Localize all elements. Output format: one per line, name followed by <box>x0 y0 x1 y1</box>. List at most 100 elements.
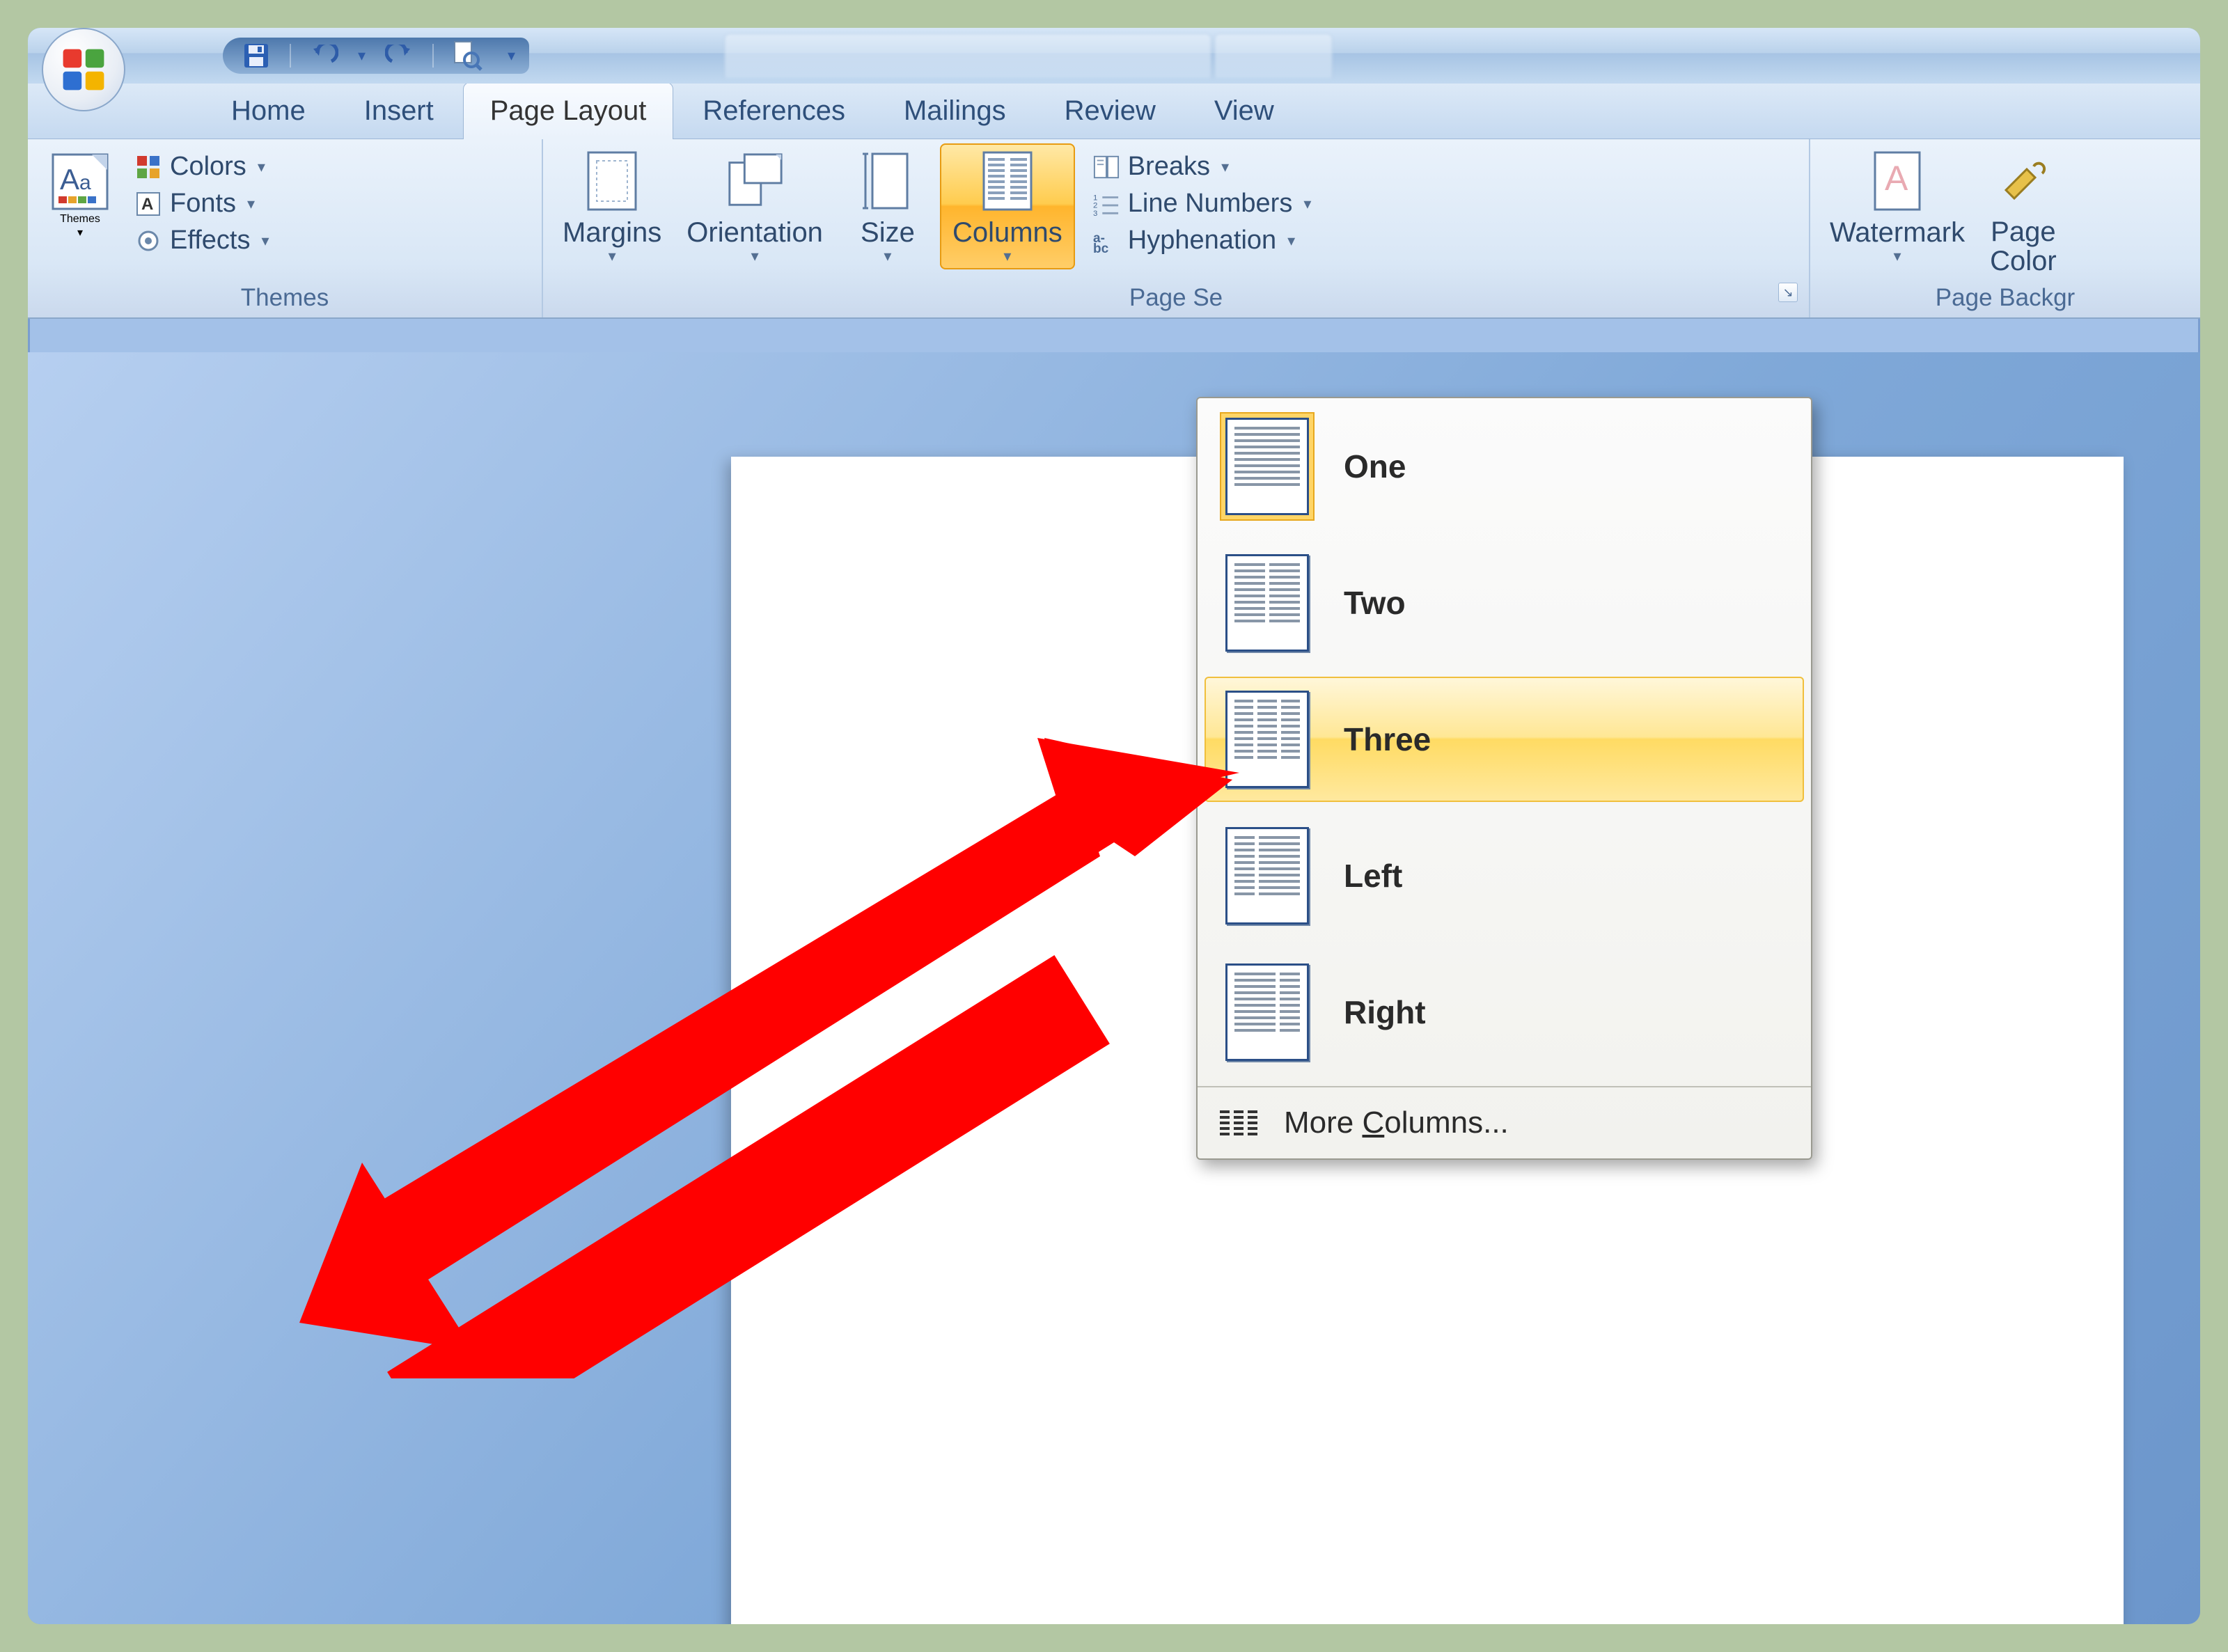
chevron-down-icon: ▾ <box>609 247 616 265</box>
save-button[interactable] <box>241 40 272 71</box>
qat-customize-icon[interactable]: ▾ <box>508 47 515 65</box>
group-page-setup: Margins ▾ Orientation ▾ Size ▾ <box>543 139 1810 317</box>
print-preview-icon <box>452 40 483 71</box>
themes-icon: A a <box>49 150 111 213</box>
page-color-icon <box>1993 150 2054 212</box>
colors-button[interactable]: Colors ▾ <box>130 149 275 184</box>
orientation-icon <box>724 150 785 212</box>
ribbon: A a Themes ▾ <box>28 139 2200 319</box>
columns-button[interactable]: Columns ▾ <box>940 143 1075 269</box>
breaks-label: Breaks <box>1128 152 1210 182</box>
columns-label: Columns <box>952 217 1062 249</box>
effects-label: Effects <box>170 226 250 255</box>
fonts-icon: A <box>135 191 162 217</box>
undo-icon <box>311 45 338 67</box>
hyphenation-button[interactable]: a-bc Hyphenation ▾ <box>1088 223 1317 258</box>
office-button[interactable] <box>42 28 125 111</box>
redo-button[interactable] <box>384 40 414 71</box>
annotation-arrow <box>299 738 1246 1378</box>
fonts-label: Fonts <box>170 189 236 219</box>
tab-mailings[interactable]: Mailings <box>874 83 1035 139</box>
app-window: ▾ ▾ Home Insert P <box>28 28 2200 1624</box>
margins-button[interactable]: Margins ▾ <box>550 143 674 269</box>
chevron-down-icon: ▾ <box>261 232 269 250</box>
line-numbers-label: Line Numbers <box>1128 189 1293 219</box>
more-columns-button[interactable]: More Columns... <box>1198 1092 1811 1158</box>
print-preview-button[interactable] <box>452 40 483 71</box>
more-columns-label: More Columns... <box>1284 1106 1509 1140</box>
undo-dropdown-icon[interactable]: ▾ <box>358 47 366 65</box>
fonts-button[interactable]: A Fonts ▾ <box>130 186 275 221</box>
page-color-label: Page Color <box>1990 217 2057 276</box>
svg-text:a: a <box>79 171 91 194</box>
tab-home[interactable]: Home <box>202 83 335 139</box>
page-color-button[interactable]: Page Color <box>1977 143 2069 280</box>
colors-icon <box>135 154 162 180</box>
ribbon-tabs: Home Insert Page Layout References Maili… <box>28 84 2200 139</box>
document-tabs <box>724 33 1333 78</box>
columns-option-two[interactable]: Two <box>1205 540 1804 666</box>
svg-text:2: 2 <box>1093 201 1097 210</box>
size-label: Size <box>861 217 915 249</box>
document-tab[interactable] <box>1214 33 1333 78</box>
orientation-button[interactable]: Orientation ▾ <box>674 143 836 269</box>
title-bar: ▾ ▾ <box>28 28 2200 84</box>
tab-review[interactable]: Review <box>1035 83 1185 139</box>
undo-button[interactable] <box>309 40 340 71</box>
document-tab[interactable] <box>724 33 1211 78</box>
group-caption-themes: Themes <box>35 280 535 317</box>
group-themes: A a Themes ▾ <box>28 139 543 317</box>
effects-button[interactable]: Effects ▾ <box>130 223 275 258</box>
tab-references[interactable]: References <box>673 83 874 139</box>
right-label: Right <box>1344 993 1426 1031</box>
columns-option-one[interactable]: One <box>1205 404 1804 529</box>
chevron-down-icon: ▾ <box>884 247 891 265</box>
colors-label: Colors <box>170 152 246 182</box>
hyphenation-icon: a-bc <box>1093 228 1120 254</box>
office-logo-icon <box>59 45 108 94</box>
three-label: Three <box>1344 721 1431 758</box>
separator <box>432 44 434 68</box>
left-label: Left <box>1344 857 1402 895</box>
columns-option-three[interactable]: Three <box>1205 677 1804 802</box>
tab-insert[interactable]: Insert <box>335 83 463 139</box>
svg-text:1: 1 <box>1093 194 1097 202</box>
columns-option-right[interactable]: Right <box>1205 950 1804 1075</box>
separator <box>290 44 291 68</box>
margins-label: Margins <box>563 217 661 249</box>
size-icon <box>857 150 918 212</box>
chevron-down-icon: ▾ <box>751 247 759 265</box>
one-label: One <box>1344 448 1406 485</box>
svg-text:A: A <box>1885 159 1908 198</box>
columns-icon <box>977 150 1038 212</box>
size-button[interactable]: Size ▾ <box>836 143 940 269</box>
quick-access-toolbar: ▾ ▾ <box>223 38 529 74</box>
two-column-icon <box>1225 554 1309 652</box>
columns-dropdown: One Two Three Left <box>1196 397 1812 1160</box>
chevron-down-icon: ▾ <box>258 158 265 176</box>
svg-text:3: 3 <box>1093 210 1097 217</box>
two-label: Two <box>1344 584 1406 622</box>
svg-text:A: A <box>141 195 153 214</box>
save-icon <box>242 42 270 70</box>
watermark-label: Watermark <box>1830 217 1965 249</box>
tab-page-layout[interactable]: Page Layout <box>463 82 674 139</box>
separator <box>1198 1086 1811 1087</box>
chevron-down-icon: ▾ <box>1894 247 1901 265</box>
chevron-down-icon: ▾ <box>1303 195 1311 213</box>
breaks-button[interactable]: Breaks ▾ <box>1088 149 1317 184</box>
dialog-launcher-icon[interactable]: ↘ <box>1778 283 1798 302</box>
redo-icon <box>385 45 413 67</box>
one-column-icon <box>1225 418 1309 515</box>
line-numbers-icon: 123 <box>1093 191 1120 217</box>
effects-icon <box>135 228 162 254</box>
watermark-icon: A <box>1867 150 1928 212</box>
tab-view[interactable]: View <box>1185 83 1303 139</box>
chevron-down-icon: ▾ <box>1287 232 1295 250</box>
themes-button[interactable]: A a Themes ▾ <box>35 143 125 244</box>
margins-icon <box>581 150 643 212</box>
chevron-down-icon: ▾ <box>1003 247 1011 265</box>
columns-option-left[interactable]: Left <box>1205 813 1804 938</box>
line-numbers-button[interactable]: 123 Line Numbers ▾ <box>1088 186 1317 221</box>
watermark-button[interactable]: A Watermark ▾ <box>1817 143 1977 269</box>
